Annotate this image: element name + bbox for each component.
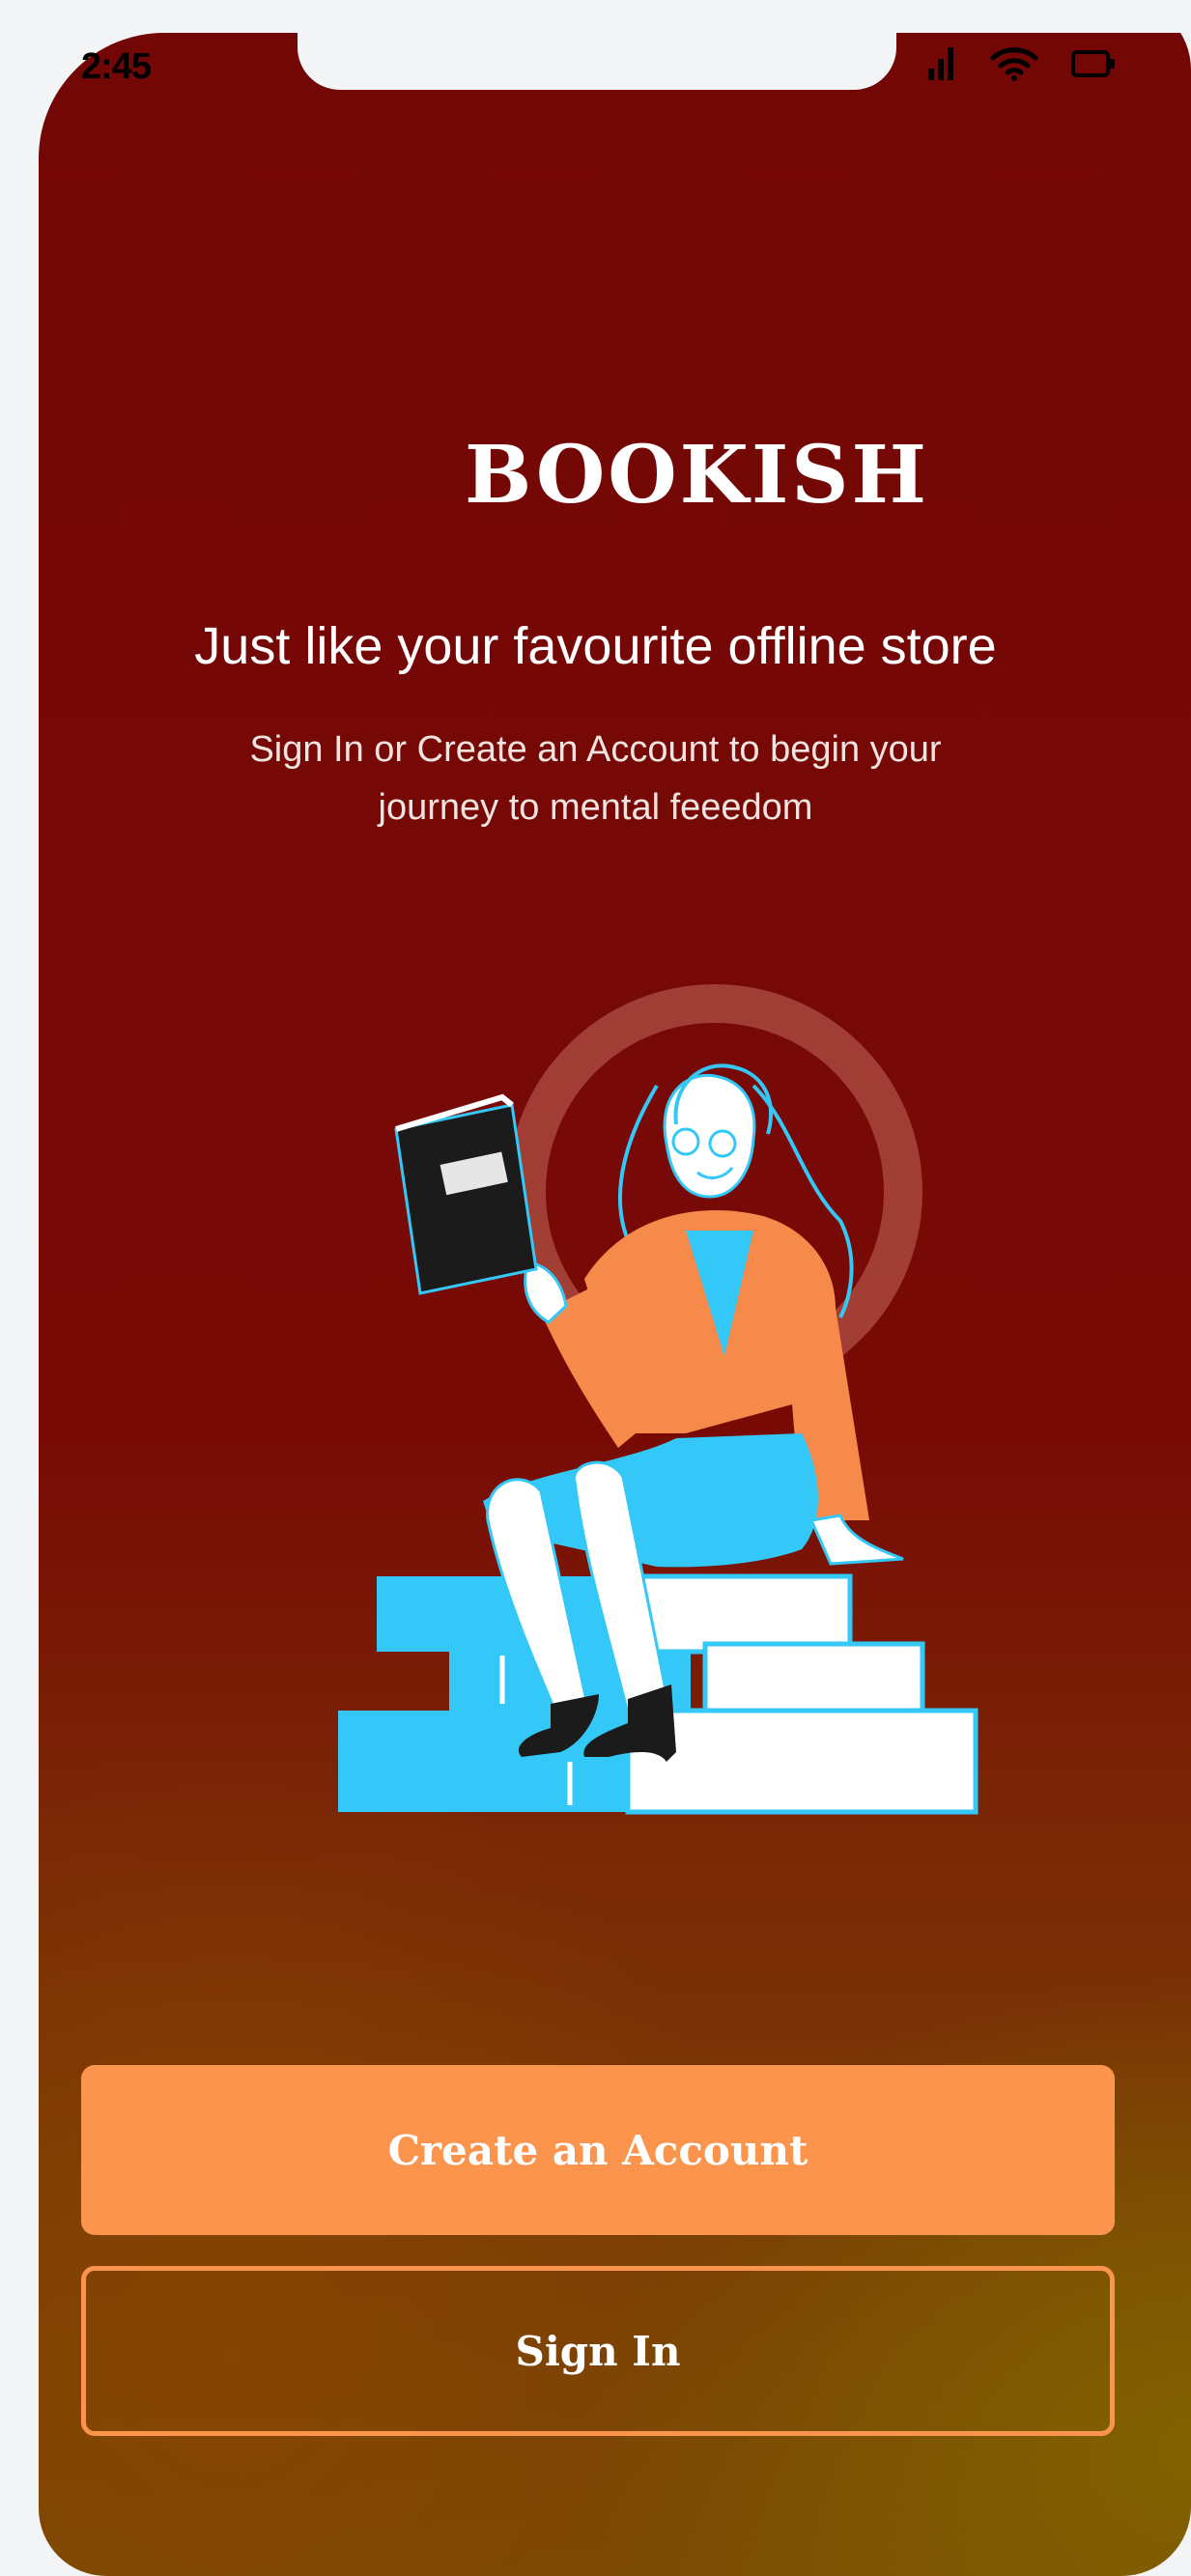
wifi-icon <box>990 47 1038 81</box>
woman-reading-on-books-illustration <box>338 984 978 1815</box>
book-icon <box>394 1093 538 1295</box>
sign-in-button[interactable]: Sign In <box>81 2266 1115 2436</box>
device-notch <box>298 0 896 90</box>
status-time: 2:45 <box>81 46 152 87</box>
status-icons <box>928 46 1116 81</box>
battery-icon <box>1071 50 1115 77</box>
app-logo: BOOKISH <box>464 429 929 522</box>
subtitle: Sign In or Create an Account to begin yo… <box>249 729 942 828</box>
phone-frame: BOOKISH Just like your favourite offline… <box>0 0 1191 2576</box>
signal-icon <box>928 47 953 80</box>
create-account-button[interactable]: Create an Account <box>81 2065 1115 2235</box>
welcome-screen: BOOKISH Just like your favourite offline… <box>39 33 1191 2576</box>
tagline: Just like your favourite offline store <box>194 617 997 675</box>
